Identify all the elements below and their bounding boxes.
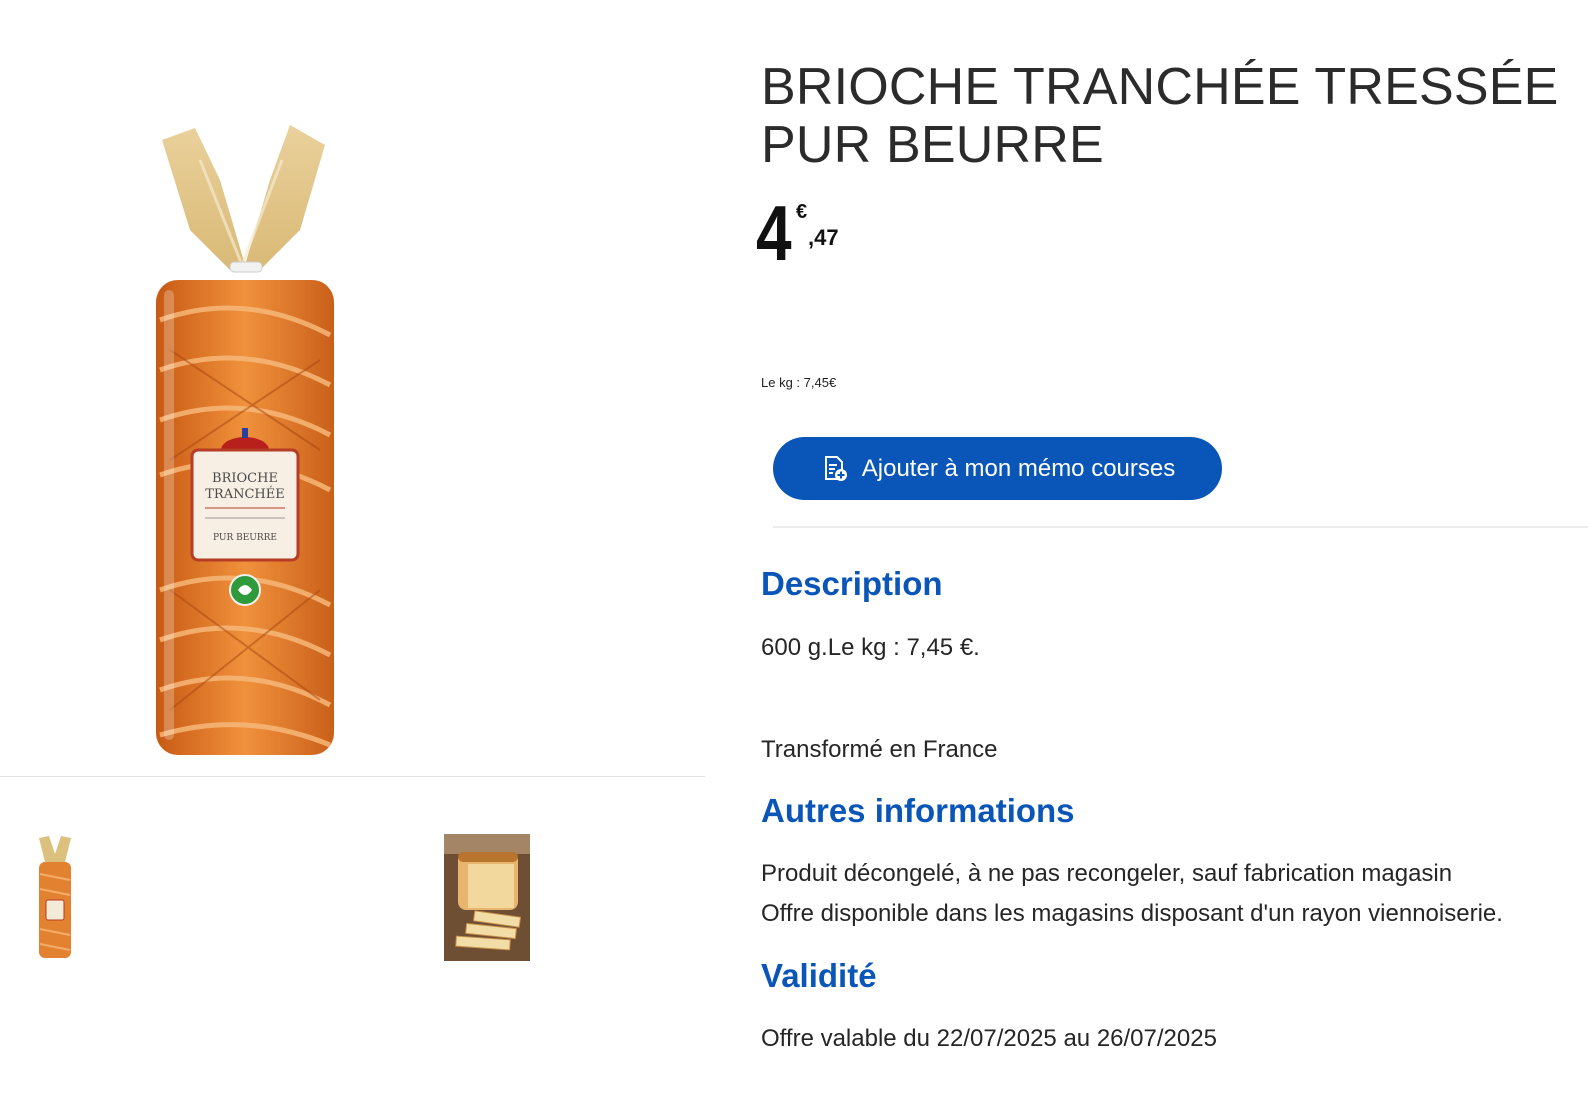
info-divider [773,526,1588,528]
thumbnail-package[interactable] [35,834,75,961]
pack-label-line3: PUR BEURRE [213,533,277,543]
price-integer: 4 [756,189,792,277]
pack-label-line1: BRIOCHE [212,471,278,486]
other-info-line-2: Offre disponible dans les magasins dispo… [761,900,1503,927]
description-heading: Description [761,565,943,602]
pack-label-line2: TRANCHÉE [205,486,285,502]
price-currency: € [796,201,808,223]
validity-dates: Offre valable du 22/07/2025 au 26/07/202… [761,1025,1217,1052]
shopping-list-add-icon [820,454,850,484]
other-info-line-1: Produit décongelé, à ne pas recongeler, … [761,860,1453,887]
description-weight: 600 g.Le kg : 7,45 €. [761,634,980,661]
thumbnail-sliced[interactable] [444,834,530,961]
product-title: BRIOCHE TRANCHÉE TRESSÉE PUR BEURRE [761,58,1559,174]
gallery-divider [0,776,705,777]
validity-heading: Validité [761,957,877,994]
add-to-memo-label: Ajouter à mon mémo courses [861,454,1176,482]
price-display: 4 € ,47 [756,189,876,277]
unit-price: Le kg : 7,45€ [761,375,837,390]
description-origin: Transformé en France [761,736,998,763]
price-decimals: ,47 [808,225,839,250]
add-to-memo-button[interactable]: Ajouter à mon mémo courses [773,437,1222,500]
other-info-heading: Autres informations [761,792,1075,829]
product-main-image: BRIOCHE TRANCHÉE PUR BEURRE [150,120,340,760]
